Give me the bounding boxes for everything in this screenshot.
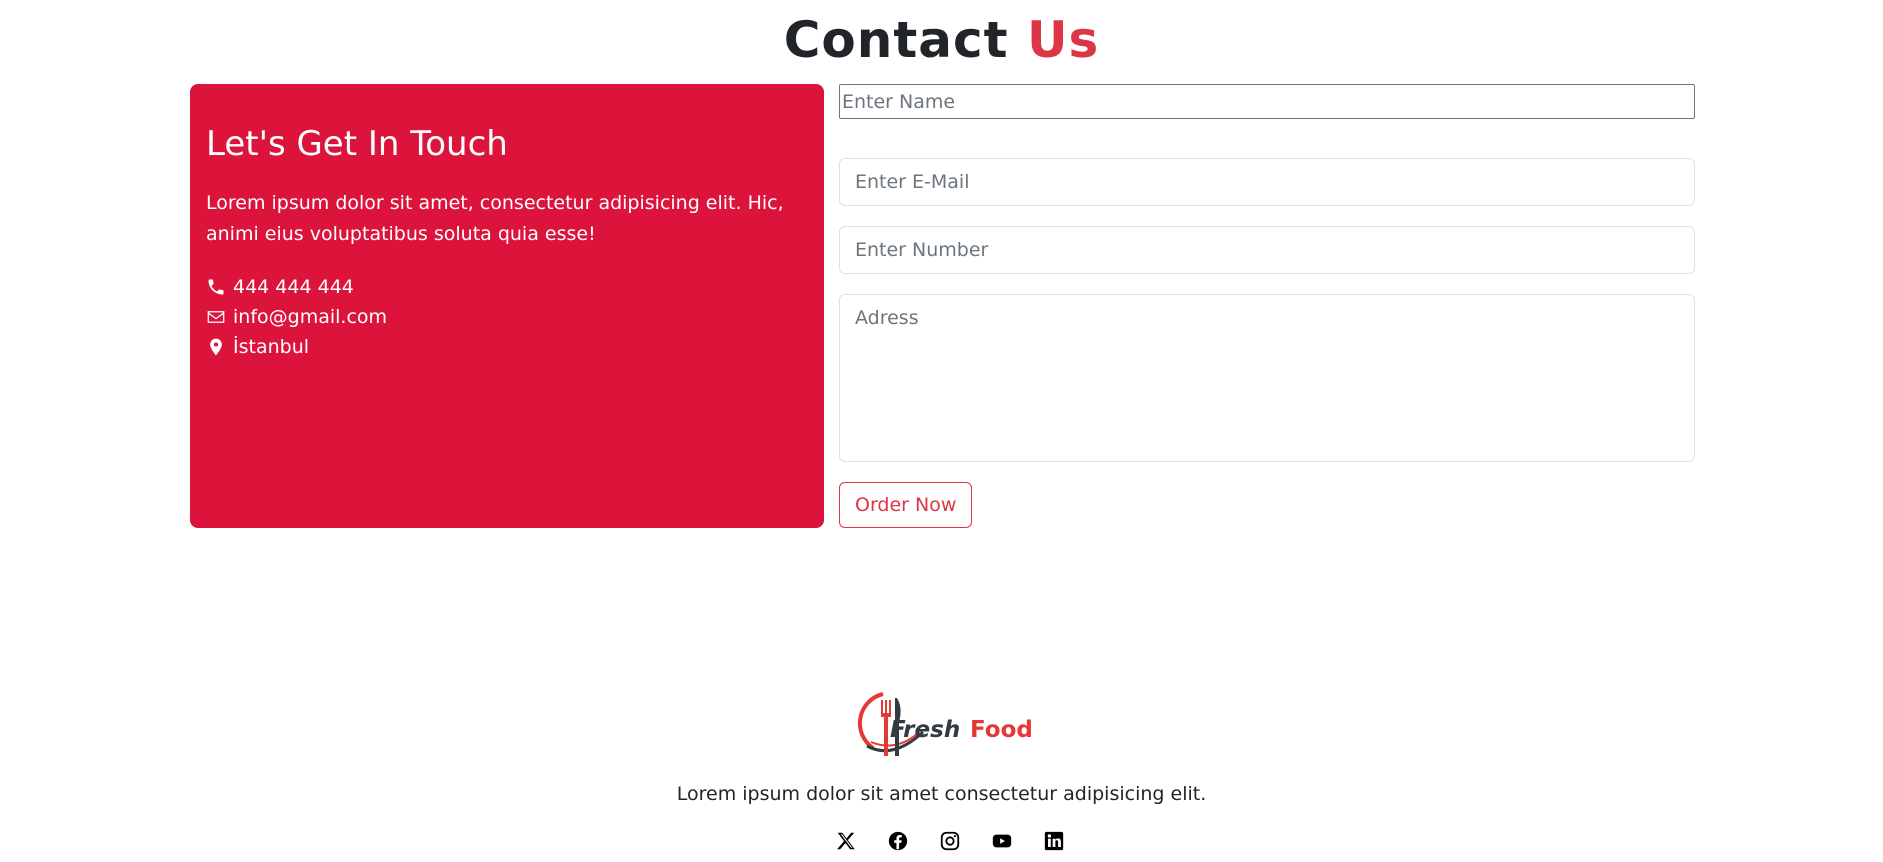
- linkedin-icon[interactable]: [1042, 829, 1066, 853]
- contact-list: 444 444 444 info@gmail.com İstanbul: [206, 272, 808, 362]
- email-input[interactable]: [839, 158, 1695, 206]
- instagram-icon[interactable]: [938, 829, 962, 853]
- fresh-food-logo[interactable]: Fresh Food: [843, 686, 1043, 766]
- footer-text: Lorem ipsum dolor sit amet consectetur a…: [676, 783, 1207, 805]
- page-title: Contact Us: [0, 8, 1883, 72]
- info-heading: Let's Get In Touch: [206, 124, 508, 164]
- facebook-icon[interactable]: [886, 829, 910, 853]
- envelope-icon: [206, 307, 226, 327]
- contact-page: Contact Us Let's Get In Touch Lorem ipsu…: [0, 0, 1883, 862]
- email-text: info@gmail.com: [233, 306, 388, 328]
- contact-email: info@gmail.com: [206, 302, 808, 332]
- phone-text: 444 444 444: [233, 276, 354, 298]
- info-description: Lorem ipsum dolor sit amet, consectetur …: [206, 192, 784, 245]
- order-now-button[interactable]: Order Now: [839, 482, 973, 528]
- brand-word-food: Food: [970, 717, 1033, 743]
- name-input[interactable]: [839, 84, 1695, 119]
- social-links: [834, 829, 1066, 853]
- contact-phone: 444 444 444: [206, 272, 808, 302]
- brand-word-fresh: Fresh: [890, 717, 960, 743]
- phone-icon: [206, 277, 226, 297]
- contact-info-card: Let's Get In Touch Lorem ipsum dolor sit…: [190, 84, 824, 528]
- address-textarea[interactable]: [839, 294, 1695, 462]
- youtube-icon[interactable]: [990, 829, 1014, 853]
- number-input[interactable]: [839, 226, 1695, 274]
- x-icon[interactable]: [834, 829, 858, 853]
- contact-location: İstanbul: [206, 332, 808, 362]
- title-main: Contact: [783, 11, 1009, 69]
- map-pin-icon: [206, 337, 226, 357]
- title-accent: Us: [1026, 11, 1100, 69]
- location-text: İstanbul: [233, 336, 310, 358]
